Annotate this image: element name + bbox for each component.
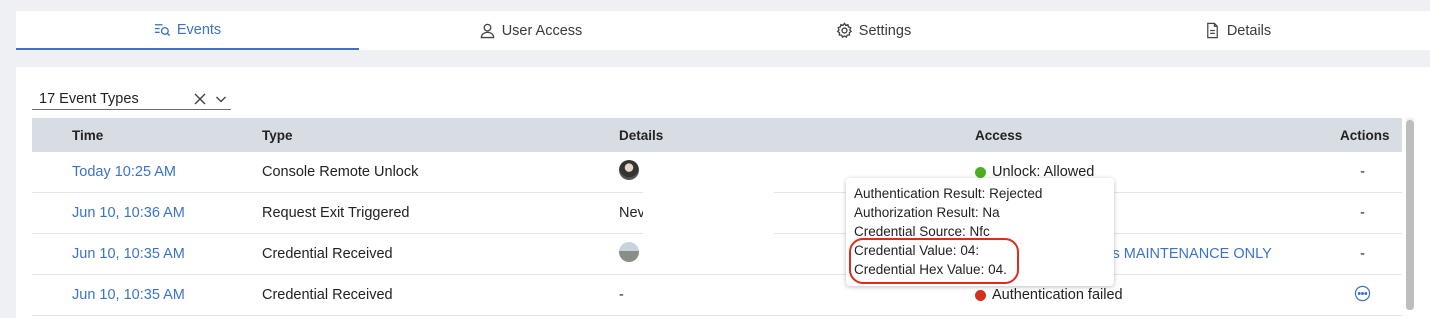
details-cell [619, 160, 639, 184]
events-search-icon [154, 24, 170, 37]
tab-bar: Events User Access Settings Details [16, 11, 1430, 50]
event-time-link[interactable]: Jun 10, 10:36 AM [72, 205, 185, 221]
actions-cell: - [1360, 205, 1365, 221]
details-cell: - [619, 287, 624, 303]
event-time-link[interactable]: Jun 10, 10:35 AM [72, 246, 185, 262]
tab-user-access-label: User Access [501, 22, 583, 39]
scrollbar-thumb[interactable] [1406, 120, 1414, 310]
table-row[interactable]: Jun 10, 10:35 AM Credential Received - A… [32, 275, 1402, 316]
access-status: Authentication failed [992, 287, 1123, 303]
tab-details[interactable]: Details [1045, 11, 1430, 50]
event-type: Console Remote Unlock [262, 164, 419, 180]
event-type: Credential Received [262, 287, 393, 303]
column-header-actions: Actions [1340, 127, 1390, 143]
table-row[interactable]: Jun 10, 10:35 AM Credential Received cks… [32, 234, 1402, 275]
status-dot-allowed [975, 166, 986, 178]
user-icon [480, 23, 495, 39]
tab-user-access[interactable]: User Access [359, 11, 702, 50]
column-header-type[interactable]: Type [262, 128, 293, 143]
tooltip-line: Authorization Result: Na [854, 205, 1000, 220]
event-time-link[interactable]: Jun 10, 10:35 AM [72, 287, 185, 303]
tab-events[interactable]: Events [16, 11, 359, 50]
table-header: Time Type Details Access Actions [32, 118, 1402, 152]
scrollbar[interactable] [1406, 118, 1414, 310]
tab-details-label: Details [1226, 22, 1272, 39]
gear-icon [836, 22, 852, 39]
event-type: Credential Received [262, 246, 393, 262]
tooltip-line: Authentication Result: Rejected [854, 186, 1043, 201]
close-icon[interactable] [193, 92, 207, 106]
access-cell: Authentication failed [975, 287, 1123, 303]
details-cell: Nev [619, 205, 645, 221]
event-type-filter-value: 17 Event Types [39, 90, 139, 107]
tab-settings[interactable]: Settings [702, 11, 1045, 50]
chevron-down-icon[interactable] [215, 93, 227, 105]
actions-cell: - [1360, 164, 1365, 180]
annotation-highlight-ring [849, 238, 1019, 284]
document-icon [1206, 22, 1218, 39]
column-header-details[interactable]: Details [619, 128, 663, 143]
event-type-filter[interactable]: 17 Event Types [32, 88, 231, 110]
event-type: Request Exit Triggered [262, 205, 410, 221]
actions-cell [1340, 285, 1385, 306]
tab-settings-label: Settings [858, 22, 912, 39]
access-schedule-link[interactable]: cks MAINTENANCE ONLY [1098, 246, 1272, 262]
details-cell [619, 242, 639, 266]
column-header-time[interactable]: Time [72, 128, 103, 143]
more-options-icon[interactable] [1354, 285, 1371, 302]
status-dot-failed [975, 289, 986, 301]
event-time-link[interactable]: Today 10:25 AM [72, 164, 176, 180]
obscured-area [643, 188, 774, 238]
avatar[interactable] [619, 160, 639, 180]
tab-events-label: Events [176, 21, 222, 38]
column-header-access[interactable]: Access [975, 128, 1022, 143]
table-row[interactable]: Today 10:25 AM Console Remote Unlock Unl… [32, 152, 1402, 193]
actions-cell: - [1360, 246, 1365, 262]
avatar[interactable] [619, 242, 639, 262]
